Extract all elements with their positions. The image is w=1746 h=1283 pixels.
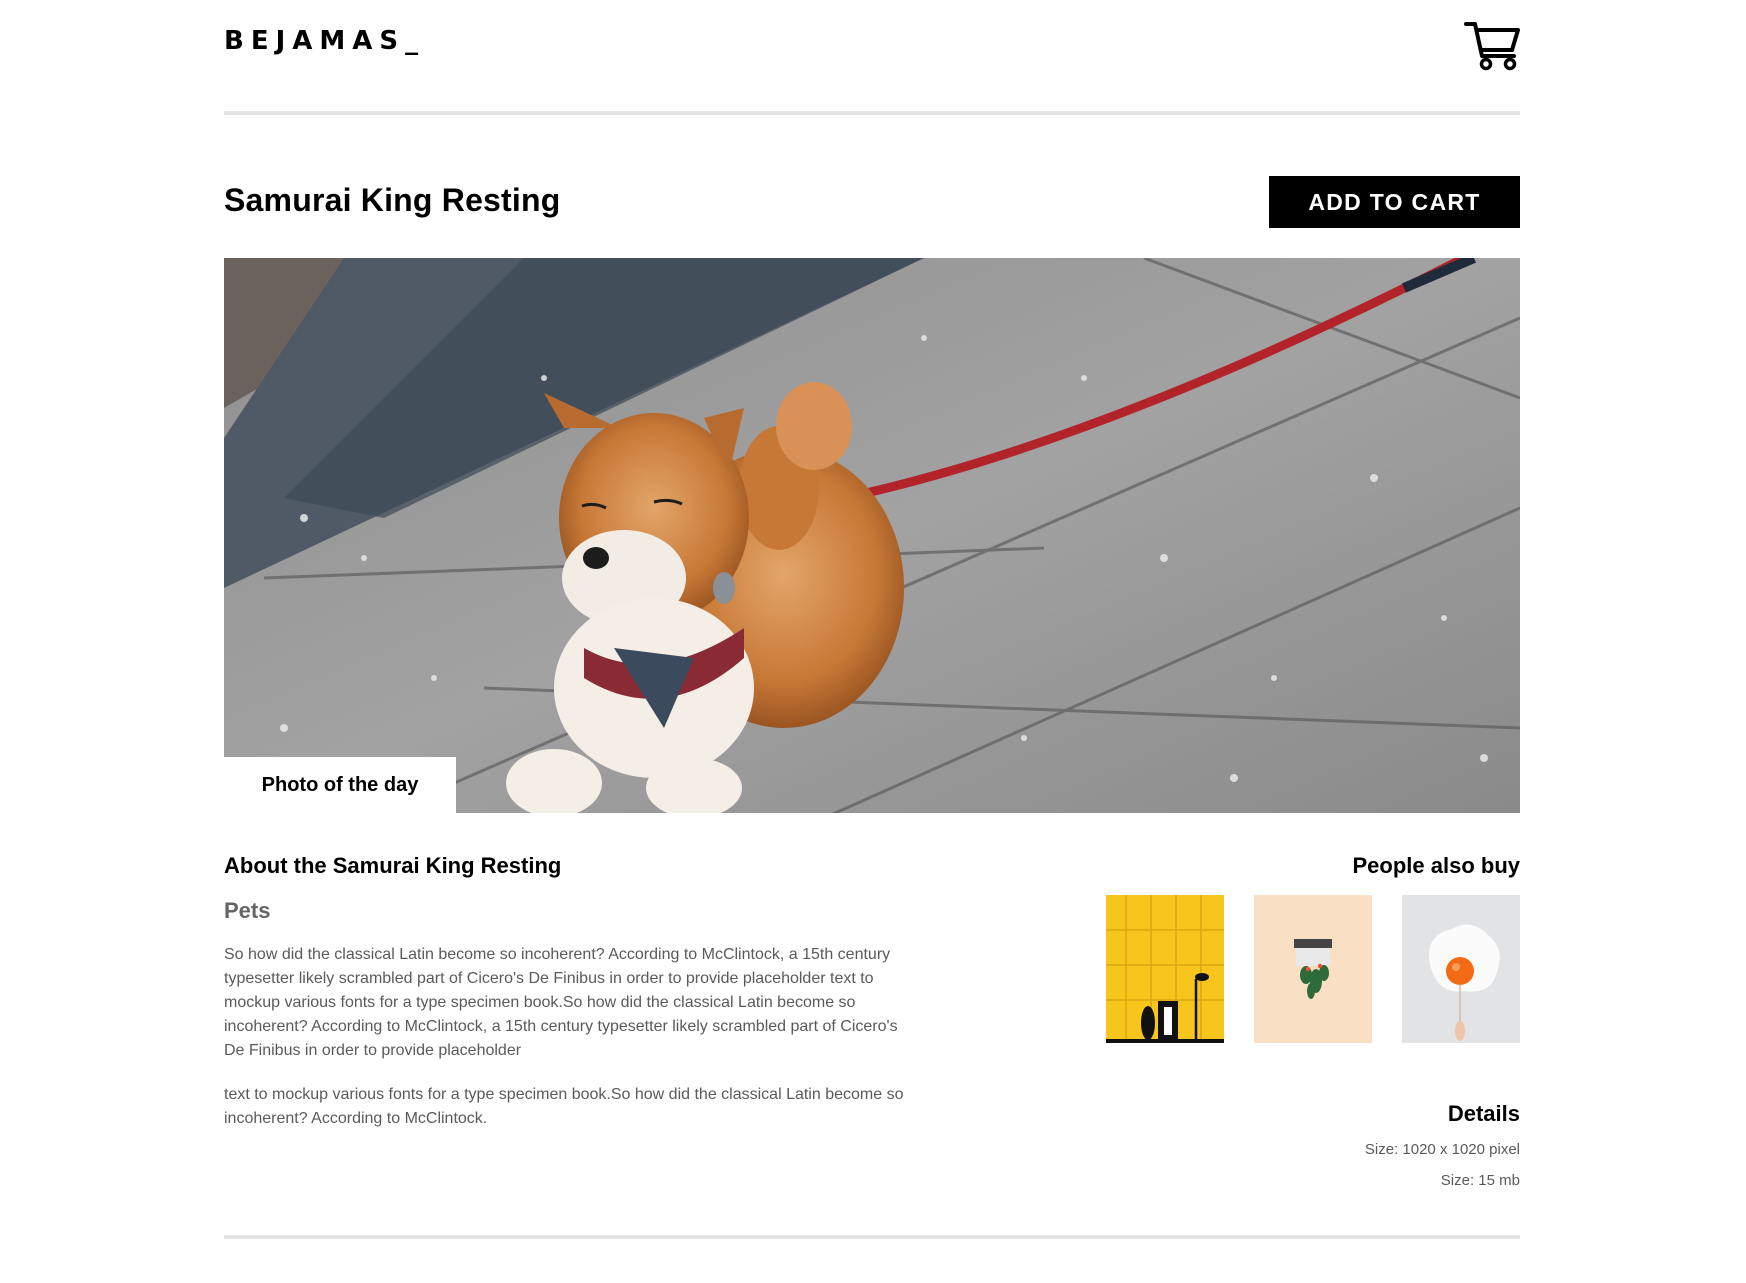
about-paragraph: text to mockup various fonts for a type … [224, 1086, 904, 1127]
cart-button[interactable] [1464, 20, 1520, 72]
site-header: BEJAMAS_ [224, 0, 1520, 115]
sidebar: People also buy Details Size: 1020 x 102… [1106, 853, 1521, 1189]
recommendation-thumbnail-yellow-wall[interactable] [1106, 895, 1224, 1043]
product-category: Pets [224, 898, 271, 923]
about-paragraph: So how did the classical Latin become so… [224, 946, 898, 1059]
detail-dimensions: Size: 1020 x 1020 pixel [1364, 1141, 1520, 1158]
detail-file-size: Size: 15 mb [1440, 1172, 1520, 1189]
footer-divider [224, 1235, 1520, 1239]
about-heading: About the Samurai King Resting [224, 853, 562, 878]
add-to-cart-button[interactable]: ADD TO CART [1269, 176, 1520, 228]
header-divider [224, 111, 1520, 115]
logo[interactable]: BEJAMAS_ [224, 26, 425, 56]
shiba-inu-photo [224, 258, 1520, 813]
details-heading: Details [1447, 1101, 1520, 1126]
hero-image: Photo of the day [224, 258, 1520, 813]
recommendation-thumbnail-plant-box[interactable] [1254, 895, 1372, 1043]
photo-of-the-day-badge: Photo of the day [224, 757, 456, 813]
product-title: Samurai King Resting [224, 182, 561, 218]
people-also-buy-heading: People also buy [1352, 853, 1521, 878]
product-title-row: Samurai King Resting ADD TO CART [224, 170, 1520, 230]
recommendation-thumbnail-egg-balloon[interactable] [1402, 895, 1520, 1043]
recommendation-list [1106, 895, 1520, 1043]
about-section: About the Samurai King Resting Pets So h… [224, 853, 914, 1131]
shopping-cart-icon [1464, 22, 1520, 71]
